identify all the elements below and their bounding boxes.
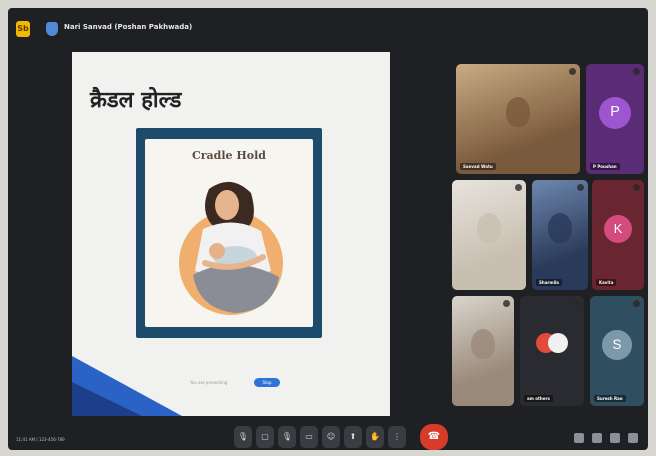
mic-off-icon: [633, 300, 640, 307]
presentation-slide: क्रैडल होल्ड Cradle Hold You are present…: [72, 52, 390, 416]
shield-icon: [46, 22, 58, 36]
stop-presenting-button[interactable]: Stop: [254, 378, 280, 387]
participant-tile[interactable]: Sharmila: [532, 180, 588, 290]
raise-hand-icon: ✋: [370, 432, 380, 441]
slide-corner-decoration: [72, 356, 182, 416]
participant-tile[interactable]: am others: [520, 296, 584, 406]
participant-name: Suresh Rao: [594, 395, 626, 402]
participant-tile[interactable]: [452, 180, 526, 290]
participant-name: P Poushan: [590, 163, 620, 170]
present-button[interactable]: ⬆: [344, 426, 362, 448]
meet-window: Sb Nari Sanvad (Poshan Pakhwada) क्रैडल …: [8, 8, 648, 450]
mic-button-2[interactable]: 🎙: [278, 426, 296, 448]
participant-name: Sanvad Watu: [460, 163, 496, 170]
mic-off-icon: [573, 300, 580, 307]
present-icon: ⬆: [349, 432, 357, 441]
more-icon: ⋮: [393, 432, 401, 441]
participant-video: [548, 213, 572, 243]
end-call-button[interactable]: ☎: [420, 424, 448, 450]
app-icon: Sb: [16, 21, 30, 37]
camera-button[interactable]: ▢: [256, 426, 274, 448]
participant-avatar: K: [603, 214, 633, 244]
illustration-panel: Cradle Hold: [145, 139, 313, 327]
mic-icon: 🎙: [281, 432, 293, 441]
captions-icon: ▭: [305, 432, 313, 441]
current-time: 11:41 AM: [16, 437, 35, 442]
participant-tile[interactable]: S Suresh Rao: [590, 296, 644, 406]
illustration-frame: Cradle Hold: [136, 128, 322, 338]
meeting-clock: 11:41 AM | 123-456-789: [16, 437, 65, 442]
meeting-title: Nari Sanvad (Poshan Pakhwada): [64, 23, 193, 31]
participant-tile[interactable]: [452, 296, 514, 406]
slide-title: क्रैडल होल्ड: [90, 88, 182, 113]
mic-off-icon: [633, 184, 640, 191]
mic-off-icon: [503, 300, 510, 307]
mic-off-icon: [569, 68, 576, 75]
mic-icon: 🎙: [237, 432, 249, 441]
participant-tile[interactable]: K Kavita: [592, 180, 644, 290]
participant-name: am others: [524, 395, 553, 402]
cradle-hold-illustration: [179, 181, 283, 315]
captions-button[interactable]: ▭: [300, 426, 318, 448]
raise-hand-button[interactable]: ✋: [366, 426, 384, 448]
chat-icon[interactable]: [610, 433, 620, 443]
participant-name: Kavita: [596, 279, 617, 286]
participant-avatar: S: [602, 330, 632, 360]
emoji-icon: ☺: [326, 432, 336, 441]
end-call-icon: ☎: [427, 431, 441, 442]
participant-name: Sharmila: [536, 279, 563, 286]
participant-video: [471, 329, 495, 359]
mic-off-icon: [515, 184, 522, 191]
meeting-code: 123-456-789: [38, 437, 65, 442]
mic-off-icon: [577, 184, 584, 191]
emoji-button[interactable]: ☺: [322, 426, 340, 448]
mic-off-icon: [633, 68, 640, 75]
participant-tile[interactable]: Sanvad Watu: [456, 64, 580, 174]
participant-video: [477, 213, 501, 243]
illustration-title: Cradle Hold: [192, 149, 266, 162]
info-icon[interactable]: [574, 433, 584, 443]
camera-icon: ▢: [261, 432, 269, 441]
others-avatar: [548, 333, 568, 353]
presenting-bar: You are presenting Stop: [190, 378, 300, 388]
participant-avatar: P: [599, 97, 631, 129]
mic-button[interactable]: 🎙: [234, 426, 252, 448]
participant-tile[interactable]: P P Poushan: [586, 64, 644, 174]
more-options-button[interactable]: ⋮: [388, 426, 406, 448]
top-bar: Sb Nari Sanvad (Poshan Pakhwada): [8, 8, 648, 48]
participant-video: [506, 97, 530, 127]
presenting-label: You are presenting: [190, 380, 228, 385]
people-icon[interactable]: [592, 433, 602, 443]
activities-icon[interactable]: [628, 433, 638, 443]
